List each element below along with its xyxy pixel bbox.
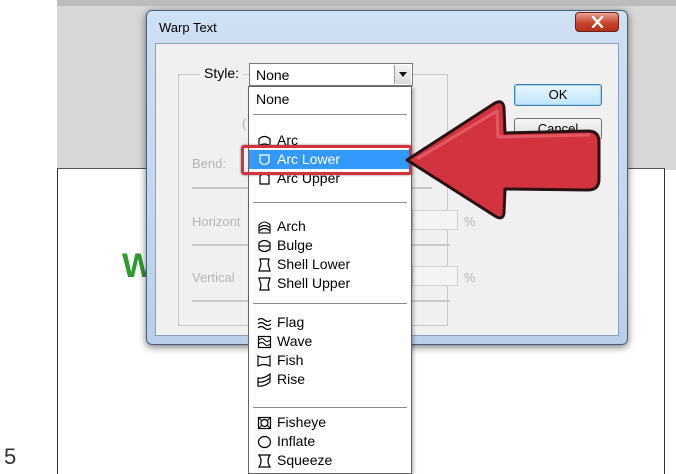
squeeze-icon [257,454,272,468]
dropdown-item-none[interactable]: None [249,90,411,109]
dropdown-item-squeeze[interactable]: Squeeze [249,451,411,470]
dropdown-item-label: Rise [277,371,306,387]
vertical-distortion-label: Vertical [192,270,235,285]
chevron-down-icon[interactable] [394,65,411,84]
dropdown-item-label: Shell Upper [277,275,351,291]
dropdown-item-label: Squeeze [277,452,333,468]
dropdown-item-label: Shell Lower [277,256,351,272]
dropdown-item-label: Inflate [277,433,316,449]
vertical-percent: % [464,270,476,285]
inflate-icon [257,435,272,449]
rise-icon [257,373,271,387]
dropdown-separator [253,407,407,408]
pointer-arrow-icon [405,100,601,220]
shell-upper-icon [258,277,271,291]
app-top-strip [57,0,676,6]
style-select-value: None [256,67,290,83]
bulge-icon [258,239,271,253]
style-select[interactable]: None [249,63,413,86]
dropdown-item-shell-upper[interactable]: Shell Upper [249,274,411,293]
dropdown-separator [253,114,407,115]
dropdown-item-label: Arch [277,218,306,234]
dropdown-item-inflate[interactable]: Inflate [249,432,411,451]
dropdown-separator [253,202,407,203]
dropdown-separator [253,303,407,304]
arch-icon [258,221,271,234]
fisheye-icon [257,416,272,430]
dropdown-item-shell-lower[interactable]: Shell Lower [249,255,411,274]
step-number: 5 [4,444,17,469]
shell-lower-icon [258,258,271,272]
fish-icon [257,355,271,367]
dropdown-item-flag[interactable]: Flag [249,313,411,332]
hidden-radio-label: ( [242,116,247,131]
dropdown-item-fish[interactable]: Fish [249,351,411,370]
dialog-title: Warp Text [159,20,217,35]
dropdown-item-label: Wave [277,333,313,349]
style-label: Style: [200,65,244,81]
close-button[interactable] [575,12,619,32]
wave-icon [257,335,272,349]
dropdown-item-label: Fish [277,352,304,368]
dropdown-item-label: Flag [277,314,305,330]
dropdown-item-wave[interactable]: Wave [249,332,411,351]
dropdown-item-arch[interactable]: Arch [249,217,411,236]
highlight-box [241,145,412,175]
dropdown-item-label: None [256,91,290,107]
dropdown-item-bulge[interactable]: Bulge [249,236,411,255]
horizontal-distortion-label: Horizont [192,214,241,229]
vertical-distortion-field[interactable] [412,266,458,286]
dropdown-item-label: Fisheye [277,414,327,430]
close-icon [591,16,604,28]
dropdown-item-label: Bulge [277,237,313,253]
dropdown-item-fisheye[interactable]: Fisheye [249,413,411,432]
bend-label: Bend: [192,156,226,171]
flag-icon [257,317,272,330]
dropdown-item-rise[interactable]: Rise [249,370,411,389]
